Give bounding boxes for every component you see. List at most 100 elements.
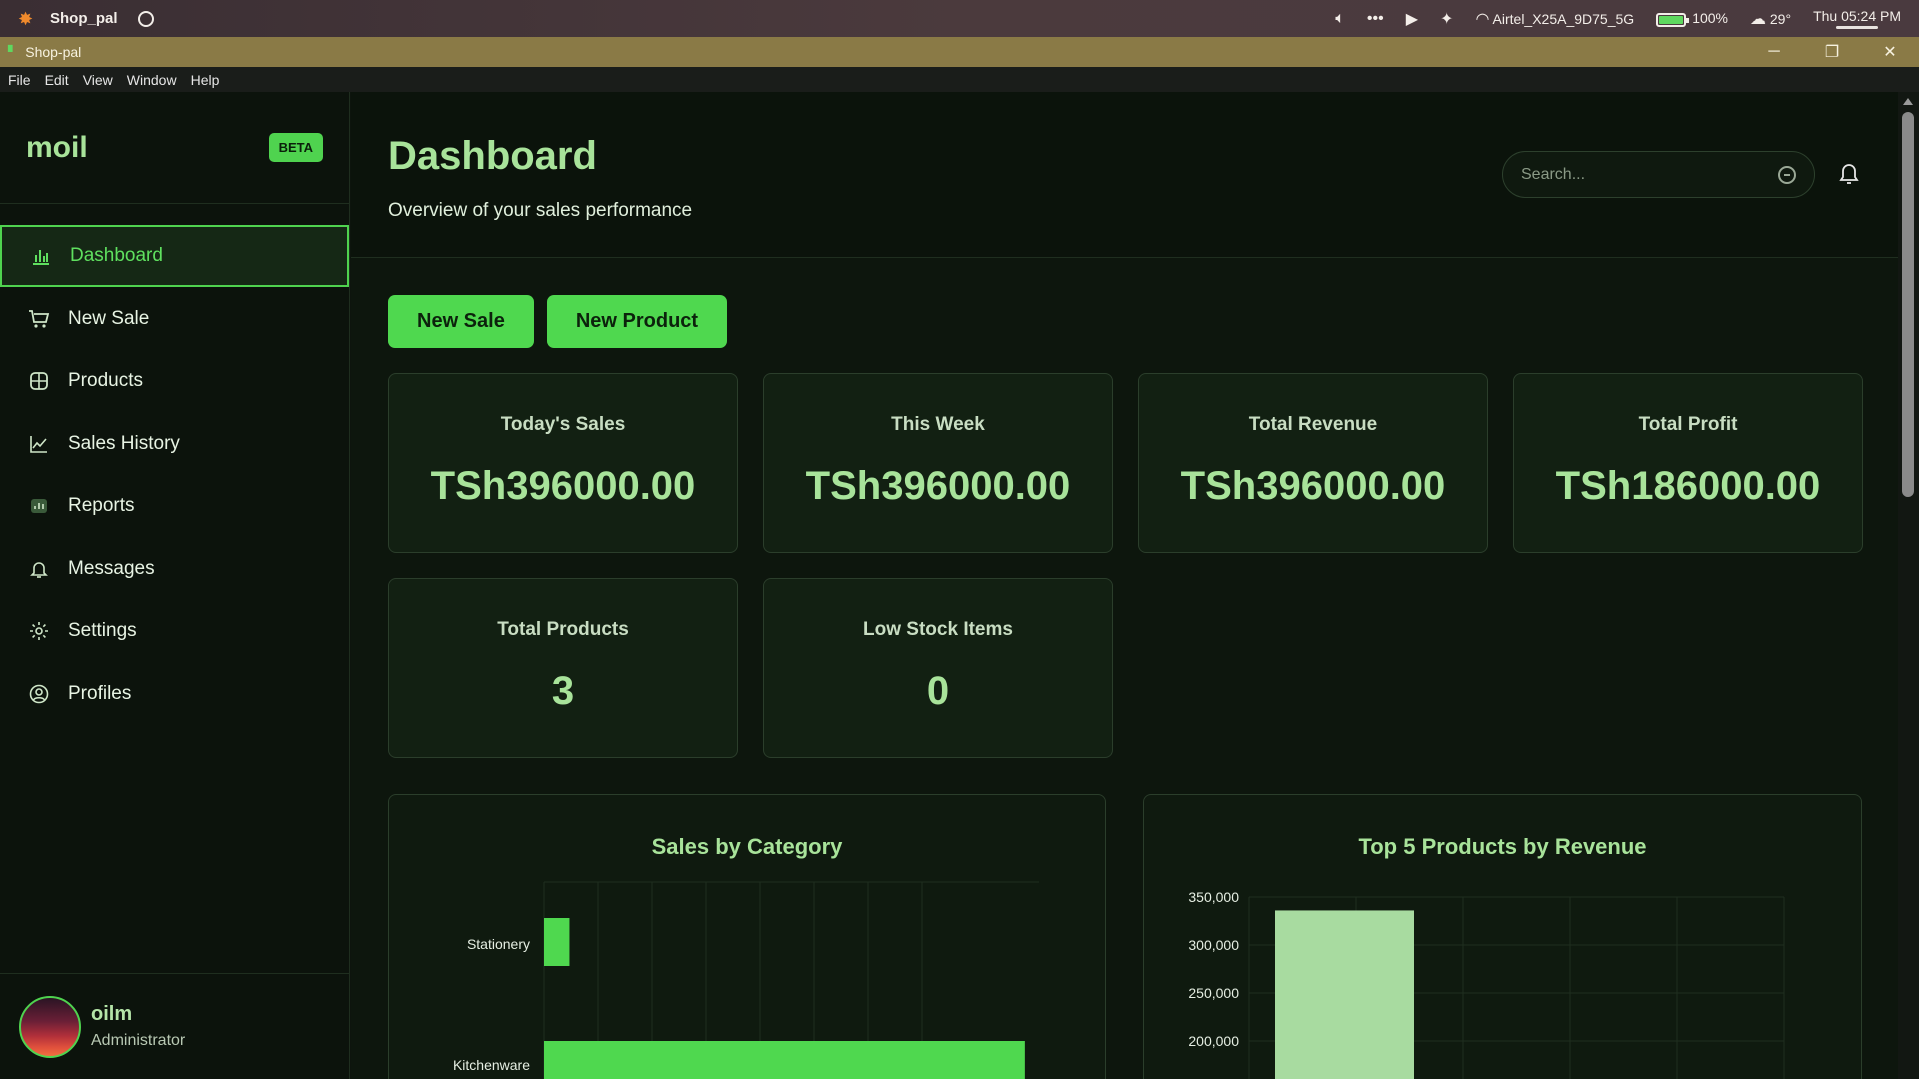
stat-label: Total Products xyxy=(497,619,629,640)
battery-percent: 100% xyxy=(1692,10,1728,27)
sidebar-item-label: New Sale xyxy=(68,307,150,329)
stat-value: TSh186000.00 xyxy=(1555,464,1821,508)
stat-value: TSh396000.00 xyxy=(805,464,1071,508)
bar xyxy=(1275,910,1414,1079)
vertical-scrollbar[interactable] xyxy=(1898,92,1919,1079)
page-header: Dashboard Overview of your sales perform… xyxy=(351,92,1898,258)
stat-value: 0 xyxy=(926,669,950,713)
menu-window[interactable]: Window xyxy=(127,72,184,88)
main-content: Dashboard Overview of your sales perform… xyxy=(351,92,1898,1079)
wifi-status[interactable]: ◠ Airtel_X25A_9D75_5G xyxy=(1475,9,1634,29)
battery-status[interactable]: 100% xyxy=(1656,10,1728,27)
sidebar-item-sales-history[interactable]: Sales History xyxy=(0,413,349,475)
clock-text: Thu 05:24 PM xyxy=(1813,8,1901,24)
minimize-button[interactable]: ─ xyxy=(1745,37,1803,67)
stat-card-total-profit: Total Profit TSh186000.00 xyxy=(1513,373,1863,553)
media-icon[interactable]: ▶ xyxy=(1406,9,1418,29)
search-input[interactable] xyxy=(1521,165,1761,184)
sparkle-icon[interactable]: ✦ xyxy=(1440,9,1453,29)
scroll-up-arrow-icon[interactable] xyxy=(1903,98,1913,105)
y-tick-label: 350,000 xyxy=(1188,889,1239,905)
beta-badge: BETA xyxy=(268,133,323,162)
stat-value: TSh396000.00 xyxy=(430,464,696,508)
user-role: Administrator xyxy=(91,1032,186,1049)
user-circle-icon xyxy=(28,683,50,705)
stat-value: 3 xyxy=(551,669,575,713)
menu-file[interactable]: File xyxy=(8,72,38,88)
brand-name[interactable]: moil xyxy=(26,131,88,165)
sidebar: moil BETA Dashboard New Sale Products Sa… xyxy=(0,92,350,1079)
wifi-icon: ◠ xyxy=(1475,10,1490,28)
sidebar-item-dashboard[interactable]: Dashboard xyxy=(0,225,349,287)
stat-card-total-products: Total Products 3 xyxy=(388,578,738,758)
y-tick-label: 300,000 xyxy=(1188,937,1239,953)
page-title: Dashboard xyxy=(388,134,597,178)
sidebar-item-reports[interactable]: Reports xyxy=(0,475,349,537)
new-product-button[interactable]: New Product xyxy=(546,295,728,348)
search-box[interactable] xyxy=(1502,151,1815,198)
avatar[interactable] xyxy=(19,995,81,1058)
bell-icon xyxy=(28,558,50,580)
bar-chart-icon xyxy=(30,245,52,267)
brand-header: moil BETA xyxy=(0,92,349,204)
stat-card-low-stock: Low Stock Items 0 xyxy=(763,578,1113,758)
gear-icon xyxy=(28,620,50,642)
sidebar-item-products[interactable]: Products xyxy=(0,350,349,412)
notification-bell-icon[interactable] xyxy=(1838,160,1860,188)
stat-label: Low Stock Items xyxy=(863,619,1013,640)
clock-underline xyxy=(1836,26,1879,29)
sidebar-nav: Dashboard New Sale Products Sales Histor… xyxy=(0,225,349,725)
restore-button[interactable]: ❐ xyxy=(1803,37,1861,67)
menu-edit[interactable]: Edit xyxy=(45,72,76,88)
weather-temp: 29° xyxy=(1769,10,1792,27)
search-icon[interactable] xyxy=(1778,165,1796,184)
report-icon xyxy=(28,495,50,517)
user-profile-box[interactable]: oilm Administrator xyxy=(0,973,349,1079)
wifi-name: Airtel_X25A_9D75_5G xyxy=(1492,10,1635,27)
stat-label: Today's Sales xyxy=(500,414,626,435)
bar xyxy=(544,918,570,966)
line-chart-icon xyxy=(28,433,50,455)
clock[interactable]: Thu 05:24 PM xyxy=(1813,8,1901,29)
sidebar-item-label: Reports xyxy=(68,495,135,516)
os-taskbar: ✸ Shop_pal 🔈︎ ••• ▶ ✦ ◠ Airtel_X25A_9D75… xyxy=(0,0,1919,37)
sidebar-item-settings[interactable]: Settings xyxy=(0,600,349,662)
menu-view[interactable]: View xyxy=(83,72,120,88)
tick-label: Kitchenware xyxy=(453,1057,530,1073)
user-name: oilm xyxy=(91,1003,133,1025)
stat-card-this-week: This Week TSh396000.00 xyxy=(763,373,1113,553)
sidebar-item-label: Products xyxy=(68,370,143,391)
cart-icon xyxy=(28,308,50,330)
window-app-icon: ▘ xyxy=(8,45,18,59)
menu-help[interactable]: Help xyxy=(191,72,227,88)
weather-status[interactable]: ☁︎ 29° xyxy=(1750,9,1791,29)
sidebar-item-label: Messages xyxy=(68,557,155,579)
stat-card-total-revenue: Total Revenue TSh396000.00 xyxy=(1138,373,1488,553)
stat-label: Total Profit xyxy=(1638,414,1738,435)
top-products-chart: 350,000 300,000 250,000 200,000 xyxy=(1188,889,1785,1079)
tick-label: Stationery xyxy=(467,936,530,952)
stat-value: TSh396000.00 xyxy=(1180,464,1446,508)
bar xyxy=(544,1041,1025,1079)
sidebar-item-new-sale[interactable]: New Sale xyxy=(0,288,349,350)
close-button[interactable]: ✕ xyxy=(1861,37,1919,67)
sidebar-item-messages[interactable]: Messages xyxy=(0,538,349,600)
app-logo-icon[interactable]: ✸ xyxy=(18,10,36,28)
sidebar-item-profiles[interactable]: Profiles xyxy=(0,663,349,725)
page-subtitle: Overview of your sales performance xyxy=(388,200,693,221)
chart-card-top-products: Top 5 Products by Revenue 350,000 300,000… xyxy=(1143,794,1862,1079)
battery-icon xyxy=(1656,12,1690,27)
weather-cloud-icon: ☁︎ xyxy=(1750,10,1766,28)
stat-card-todays-sales: Today's Sales TSh396000.00 xyxy=(388,373,738,553)
new-sale-button[interactable]: New Sale xyxy=(388,295,534,348)
more-dots-icon[interactable]: ••• xyxy=(1367,10,1384,28)
y-tick-label: 250,000 xyxy=(1188,985,1239,1001)
volume-icon[interactable]: 🔈︎ xyxy=(1335,10,1345,28)
sidebar-item-label: Profiles xyxy=(68,682,132,704)
os-app-name[interactable]: Shop_pal xyxy=(50,10,118,27)
sales-by-category-chart: Stationery Kitchenware xyxy=(453,881,1039,1079)
box-icon xyxy=(28,370,50,392)
record-circle-icon[interactable] xyxy=(137,10,154,27)
scrollbar-thumb[interactable] xyxy=(1902,112,1914,497)
quick-actions: New Sale New Product xyxy=(388,295,728,348)
